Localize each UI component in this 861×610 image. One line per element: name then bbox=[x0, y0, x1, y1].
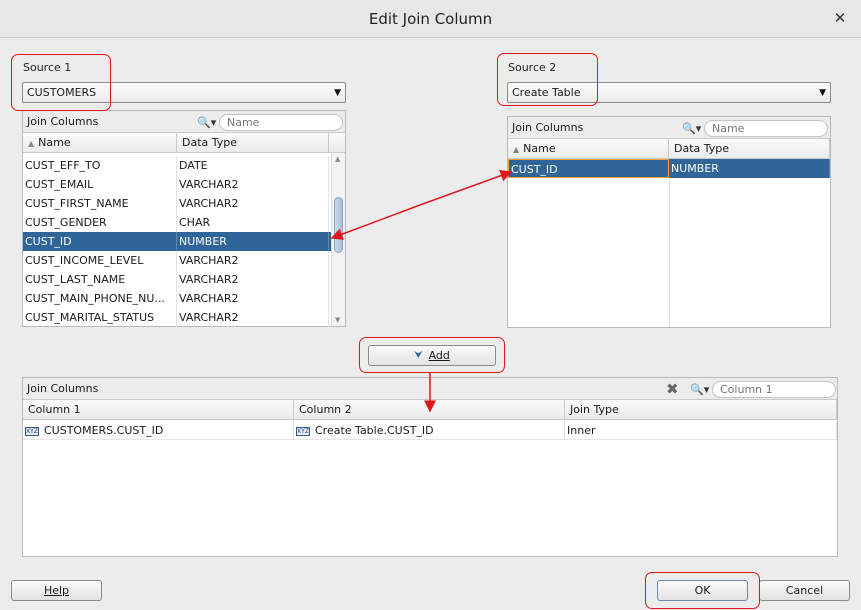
double-arrow bbox=[330, 169, 513, 240]
annotation-arrows bbox=[330, 169, 513, 413]
